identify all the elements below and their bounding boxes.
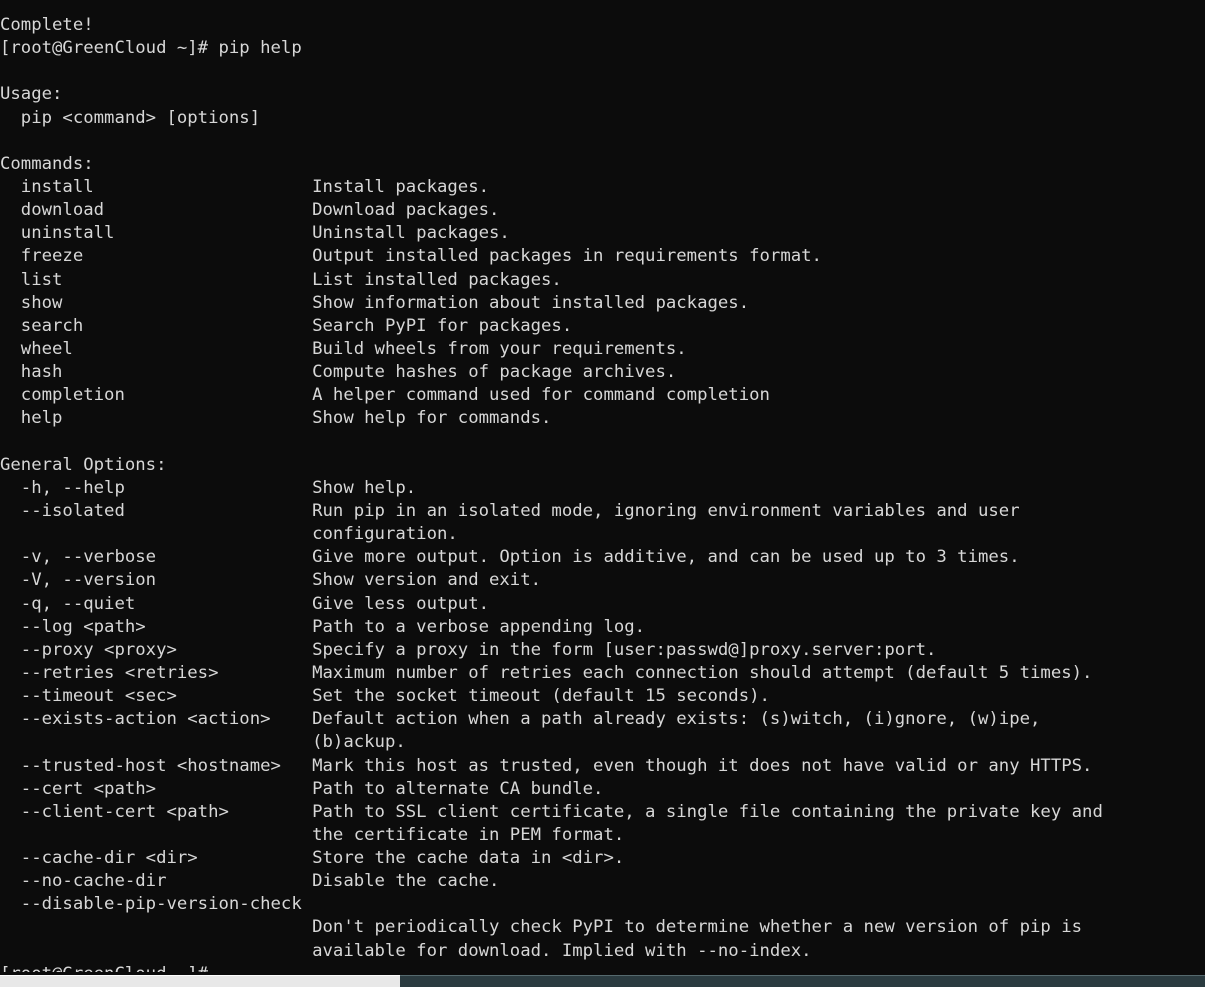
terminal-line: --isolated Run pip in an isolated mode, … [0,500,1020,521]
terminal-line: --disable-pip-version-check [0,894,302,915]
terminal-line: -h, --help Show help. [0,477,417,498]
terminal-line: install Install packages. [0,176,489,197]
terminal-line: completion A helper command used for com… [0,385,770,406]
terminal-line: --trusted-host <hostname> Mark this host… [0,755,1093,776]
terminal-line: uninstall Uninstall packages. [0,223,510,244]
terminal-line: --log <path> Path to a verbose appending… [0,616,646,637]
terminal-line: download Download packages. [0,200,500,221]
terminal-line: freeze Output installed packages in requ… [0,246,822,267]
scrollbar-track[interactable] [0,975,1205,987]
terminal-line: --exists-action <action> Default action … [0,709,1041,730]
terminal-line: --cert <path> Path to alternate CA bundl… [0,778,604,799]
terminal-line: pip <command> [options] [0,107,261,128]
terminal-line: [root@GreenCloud ~]# [0,963,1205,972]
terminal-line: --timeout <sec> Set the socket timeout (… [0,686,770,707]
terminal-line: --cache-dir <dir> Store the cache data i… [0,848,625,869]
terminal-line: available for download. Implied with --n… [0,940,812,961]
terminal-line: --client-cert <path> Path to SSL client … [0,801,1103,822]
terminal-line: configuration. [0,524,458,545]
terminal-line: General Options: [0,454,167,475]
terminal-line: Complete! [0,15,94,35]
terminal-line: --retries <retries> Maximum number of re… [0,662,1093,683]
terminal-line: -q, --quiet Give less output. [0,593,489,614]
horizontal-scrollbar[interactable] [0,972,1205,987]
terminal-line: search Search PyPI for packages. [0,315,573,336]
terminal-line: Usage: [0,84,63,105]
terminal-output[interactable]: Complete! [root@GreenCloud ~]# pip help U… [0,0,1205,972]
terminal-line: [root@GreenCloud ~]# pip help [0,38,302,59]
terminal-line: show Show information about installed pa… [0,292,750,313]
terminal-line: list List installed packages. [0,269,562,290]
scrollbar-thumb[interactable] [0,975,400,987]
terminal-line: -v, --verbose Give more output. Option i… [0,547,1020,568]
terminal-line: --proxy <proxy> Specify a proxy in the f… [0,639,937,660]
terminal-line: wheel Build wheels from your requirement… [0,338,687,359]
terminal-line: Commands: [0,153,94,174]
terminal-line: --no-cache-dir Disable the cache. [0,871,500,892]
terminal-line: Don't periodically check PyPI to determi… [0,917,1083,938]
terminal-line: (b)ackup. [0,732,406,753]
terminal-line: help Show help for commands. [0,408,552,429]
terminal-line: hash Compute hashes of package archives. [0,362,677,383]
terminal-line: the certificate in PEM format. [0,824,625,845]
terminal-line: -V, --version Show version and exit. [0,570,542,591]
